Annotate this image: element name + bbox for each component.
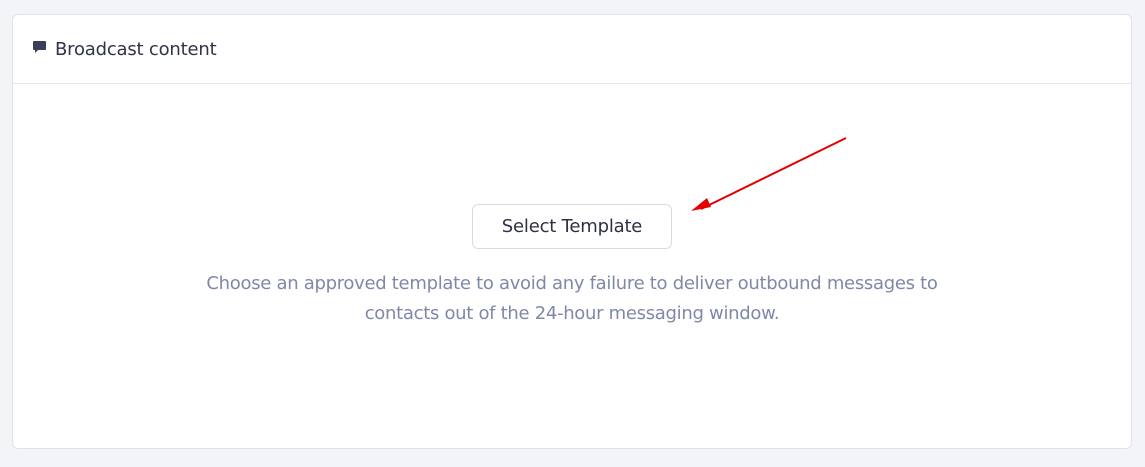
broadcast-content-card: Broadcast content Select Template Choose…	[12, 14, 1132, 449]
card-header: Broadcast content	[13, 15, 1131, 84]
helper-text: Choose an approved template to avoid any…	[172, 269, 972, 329]
card-body: Select Template Choose an approved templ…	[13, 84, 1131, 449]
message-icon	[32, 40, 47, 56]
helper-text-line-2: contacts out of the 24-hour messaging wi…	[364, 303, 780, 324]
select-template-button[interactable]: Select Template	[472, 204, 672, 249]
helper-text-line-1: Choose an approved template to avoid any…	[206, 273, 938, 294]
card-title: Broadcast content	[55, 38, 217, 60]
